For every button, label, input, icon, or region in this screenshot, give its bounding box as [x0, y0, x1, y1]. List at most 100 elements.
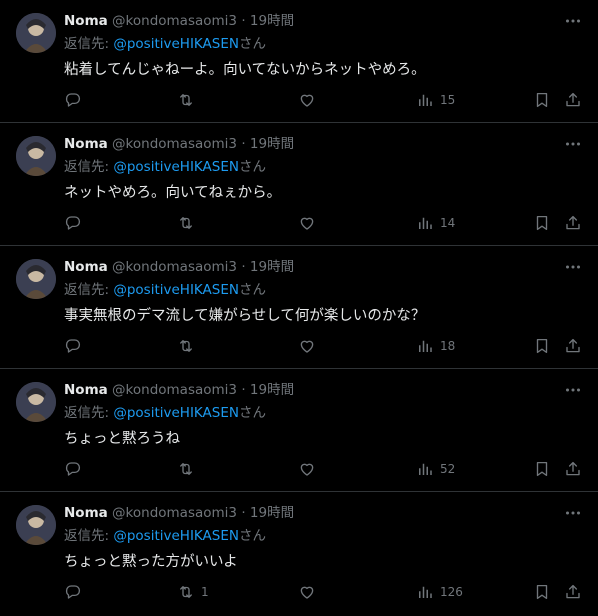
- like-button[interactable]: [298, 212, 316, 234]
- reply-to-label: 返信先:: [64, 36, 114, 52]
- share-button[interactable]: [564, 89, 582, 111]
- timestamp[interactable]: 19時間: [250, 505, 294, 521]
- tweet-text: ネットやめろ。向いてねぇから。: [64, 185, 282, 201]
- separator-dot: ·: [241, 382, 246, 398]
- reply-button[interactable]: [64, 581, 82, 603]
- tweet[interactable]: Noma @kondomasaomi3 · 19時間 返信先: @positiv…: [0, 123, 598, 246]
- retweet-button[interactable]: [177, 335, 201, 357]
- timestamp[interactable]: 19時間: [250, 136, 294, 152]
- avatar[interactable]: [16, 13, 56, 53]
- bookmark-icon: [533, 583, 551, 601]
- share-button[interactable]: [564, 212, 582, 234]
- bookmark-icon: [533, 337, 551, 355]
- avatar[interactable]: [16, 136, 56, 176]
- views-button[interactable]: 52: [416, 458, 455, 480]
- views-button[interactable]: 126: [416, 581, 463, 603]
- reply-to-suffix: さん: [238, 405, 266, 421]
- author-name[interactable]: Noma: [64, 259, 108, 275]
- timestamp[interactable]: 19時間: [250, 382, 294, 398]
- bookmark-button[interactable]: [533, 212, 551, 234]
- views-button[interactable]: 15: [416, 89, 455, 111]
- action-bar: 1 126: [64, 581, 584, 603]
- tweet-text: ちょっと黙ろうね: [64, 431, 180, 447]
- author-name[interactable]: Noma: [64, 136, 108, 152]
- more-dots-icon[interactable]: [564, 135, 582, 153]
- like-button[interactable]: [298, 335, 316, 357]
- author-name[interactable]: Noma: [64, 505, 108, 521]
- heart-icon: [298, 337, 316, 355]
- tweet[interactable]: Noma @kondomasaomi3 · 19時間 返信先: @positiv…: [0, 0, 598, 123]
- avatar[interactable]: [16, 259, 56, 299]
- retweet-icon: [177, 583, 195, 601]
- tweet-header: Noma @kondomasaomi3 · 19時間: [64, 135, 558, 153]
- timestamp[interactable]: 19時間: [250, 259, 294, 275]
- separator-dot: ·: [241, 505, 246, 521]
- reply-bubble-icon: [64, 91, 82, 109]
- more-dots-icon[interactable]: [564, 12, 582, 30]
- retweet-button[interactable]: 1: [177, 581, 209, 603]
- views-count: 15: [440, 93, 456, 107]
- action-bar: 14: [64, 212, 584, 234]
- more-dots-icon[interactable]: [564, 258, 582, 276]
- author-name[interactable]: Noma: [64, 382, 108, 398]
- like-button[interactable]: [298, 89, 316, 111]
- author-name[interactable]: Noma: [64, 13, 108, 29]
- reply-to-mention[interactable]: @positiveHIKASEN: [113, 282, 239, 298]
- bookmark-icon: [533, 460, 551, 478]
- reply-to-line: 返信先: @positiveHIKASENさん: [64, 527, 266, 545]
- avatar[interactable]: [16, 505, 56, 545]
- retweet-button[interactable]: [177, 89, 201, 111]
- author-handle[interactable]: @kondomasaomi3: [112, 13, 237, 29]
- like-button[interactable]: [298, 581, 316, 603]
- reply-to-label: 返信先:: [64, 528, 114, 544]
- retweet-button[interactable]: [177, 212, 201, 234]
- retweet-icon: [177, 337, 195, 355]
- reply-bubble-icon: [64, 214, 82, 232]
- share-button[interactable]: [564, 335, 582, 357]
- separator-dot: ·: [241, 136, 246, 152]
- like-button[interactable]: [298, 458, 316, 480]
- more-dots-icon[interactable]: [564, 381, 582, 399]
- tweet-text: ちょっと黙った方がいいよ: [64, 554, 238, 570]
- share-button[interactable]: [564, 581, 582, 603]
- action-bar: 15: [64, 89, 584, 111]
- author-handle[interactable]: @kondomasaomi3: [112, 505, 237, 521]
- share-icon: [564, 214, 582, 232]
- reply-to-suffix: さん: [238, 36, 266, 52]
- reply-button[interactable]: [64, 89, 82, 111]
- tweet-header: Noma @kondomasaomi3 · 19時間: [64, 381, 558, 399]
- bookmark-button[interactable]: [533, 581, 551, 603]
- avatar[interactable]: [16, 382, 56, 422]
- bookmark-icon: [533, 91, 551, 109]
- tweet[interactable]: Noma @kondomasaomi3 · 19時間 返信先: @positiv…: [0, 492, 598, 615]
- author-handle[interactable]: @kondomasaomi3: [112, 259, 237, 275]
- more-dots-icon[interactable]: [564, 504, 582, 522]
- share-button[interactable]: [564, 458, 582, 480]
- reply-to-mention[interactable]: @positiveHIKASEN: [113, 159, 239, 175]
- tweet[interactable]: Noma @kondomasaomi3 · 19時間 返信先: @positiv…: [0, 369, 598, 492]
- views-bars-icon: [416, 91, 434, 109]
- reply-to-mention[interactable]: @positiveHIKASEN: [113, 405, 239, 421]
- author-handle[interactable]: @kondomasaomi3: [112, 136, 237, 152]
- reply-button[interactable]: [64, 212, 82, 234]
- bookmark-button[interactable]: [533, 89, 551, 111]
- timestamp[interactable]: 19時間: [250, 13, 294, 29]
- reply-to-suffix: さん: [238, 282, 266, 298]
- reply-to-mention[interactable]: @positiveHIKASEN: [113, 528, 239, 544]
- bookmark-button[interactable]: [533, 458, 551, 480]
- reply-to-suffix: さん: [238, 159, 266, 175]
- retweet-button[interactable]: [177, 458, 201, 480]
- reply-button[interactable]: [64, 335, 82, 357]
- reply-to-label: 返信先:: [64, 282, 114, 298]
- tweet[interactable]: Noma @kondomasaomi3 · 19時間 返信先: @positiv…: [0, 246, 598, 369]
- views-count: 126: [440, 585, 463, 599]
- views-button[interactable]: 18: [416, 335, 455, 357]
- views-count: 52: [440, 462, 456, 476]
- views-button[interactable]: 14: [416, 212, 455, 234]
- author-handle[interactable]: @kondomasaomi3: [112, 382, 237, 398]
- reply-to-mention[interactable]: @positiveHIKASEN: [113, 36, 239, 52]
- reply-button[interactable]: [64, 458, 82, 480]
- views-count: 14: [440, 216, 456, 230]
- bookmark-button[interactable]: [533, 335, 551, 357]
- share-icon: [564, 583, 582, 601]
